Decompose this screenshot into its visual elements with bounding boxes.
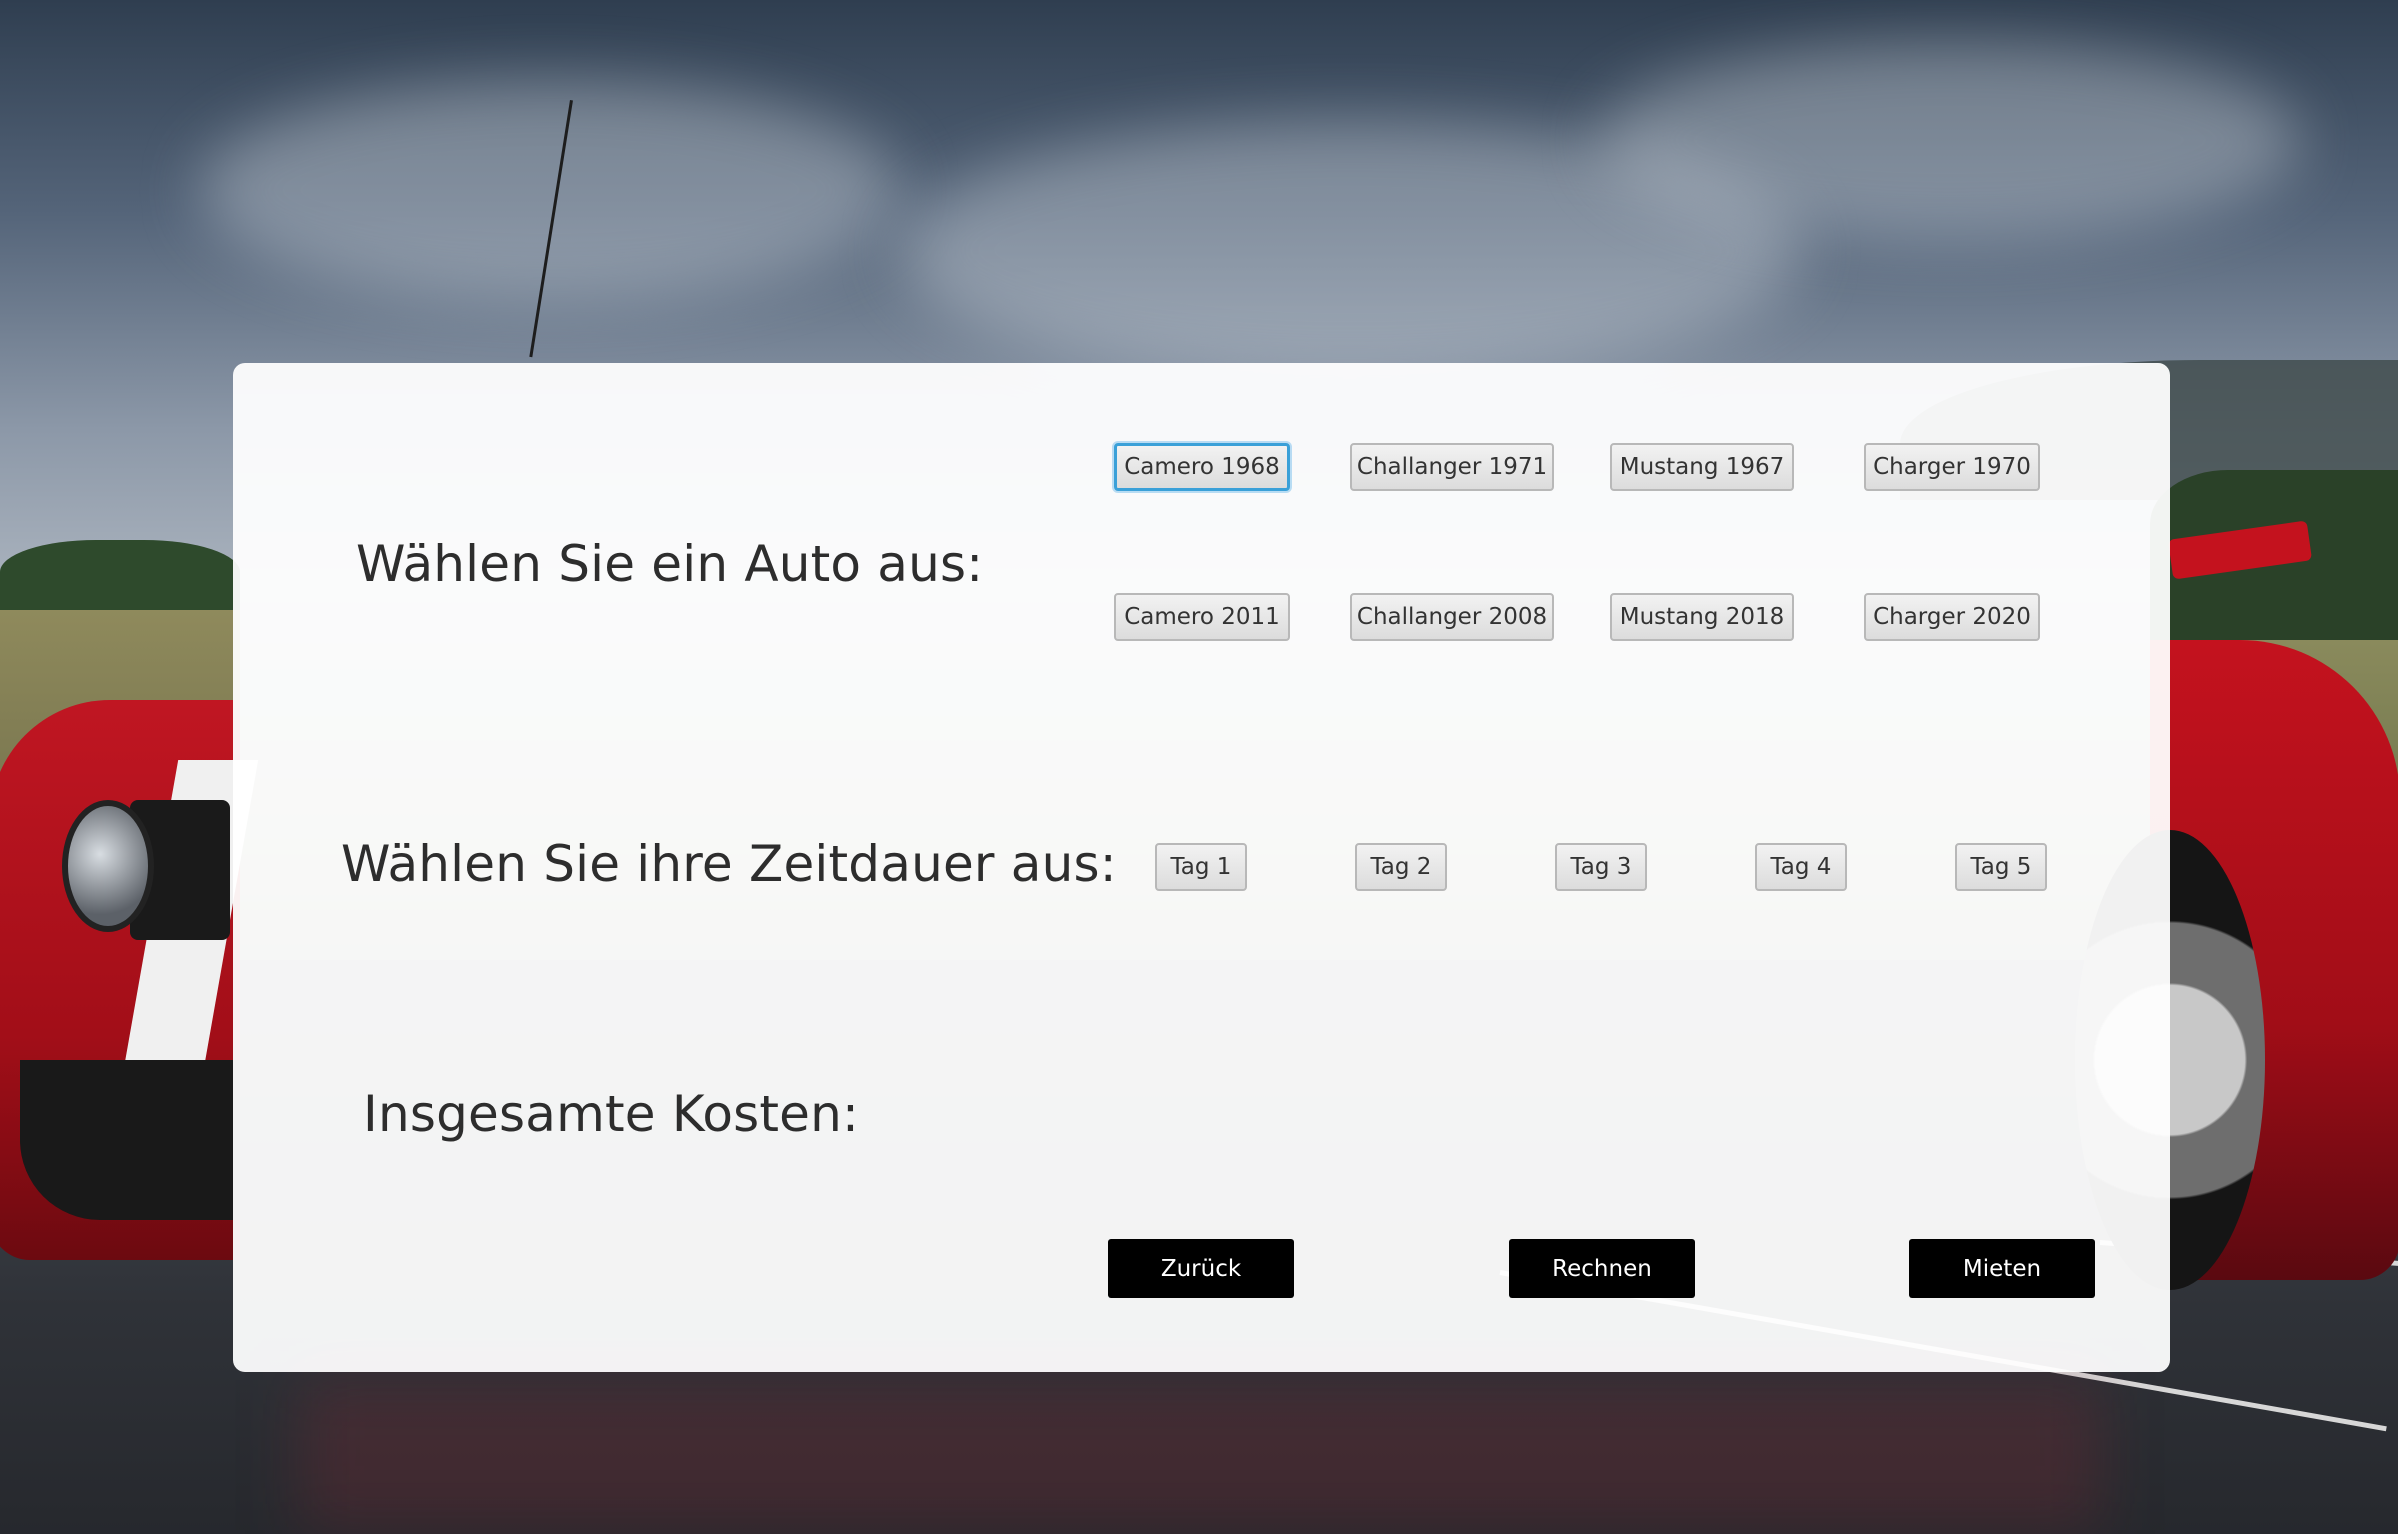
car-option-challanger-2008[interactable]: Challanger 2008 xyxy=(1350,593,1554,641)
car-option-mustang-1967[interactable]: Mustang 1967 xyxy=(1610,443,1794,491)
duration-selection-heading: Wählen Sie ihre Zeitdauer aus: xyxy=(341,835,1117,893)
back-button[interactable]: Zurück xyxy=(1108,1239,1294,1298)
day-option-4[interactable]: Tag 4 xyxy=(1755,843,1847,891)
day-option-2[interactable]: Tag 2 xyxy=(1355,843,1447,891)
rent-button[interactable]: Mieten xyxy=(1909,1239,2095,1298)
car-option-charger-2020[interactable]: Charger 2020 xyxy=(1864,593,2040,641)
car-selection-heading: Wählen Sie ein Auto aus: xyxy=(356,535,984,593)
car-option-charger-1970[interactable]: Charger 1970 xyxy=(1864,443,2040,491)
day-option-1[interactable]: Tag 1 xyxy=(1155,843,1247,891)
car-option-camero-2011[interactable]: Camero 2011 xyxy=(1114,593,1290,641)
car-option-camero-1968[interactable]: Camero 1968 xyxy=(1114,443,1290,491)
rental-form-panel: Wählen Sie ein Auto aus: Camero 1968 Cha… xyxy=(233,363,2170,1372)
total-cost-heading: Insgesamte Kosten: xyxy=(363,1085,860,1143)
car-option-mustang-2018[interactable]: Mustang 2018 xyxy=(1610,593,1794,641)
day-option-5[interactable]: Tag 5 xyxy=(1955,843,2047,891)
calculate-button[interactable]: Rechnen xyxy=(1509,1239,1695,1298)
car-option-challanger-1971[interactable]: Challanger 1971 xyxy=(1350,443,1554,491)
day-option-3[interactable]: Tag 3 xyxy=(1555,843,1647,891)
